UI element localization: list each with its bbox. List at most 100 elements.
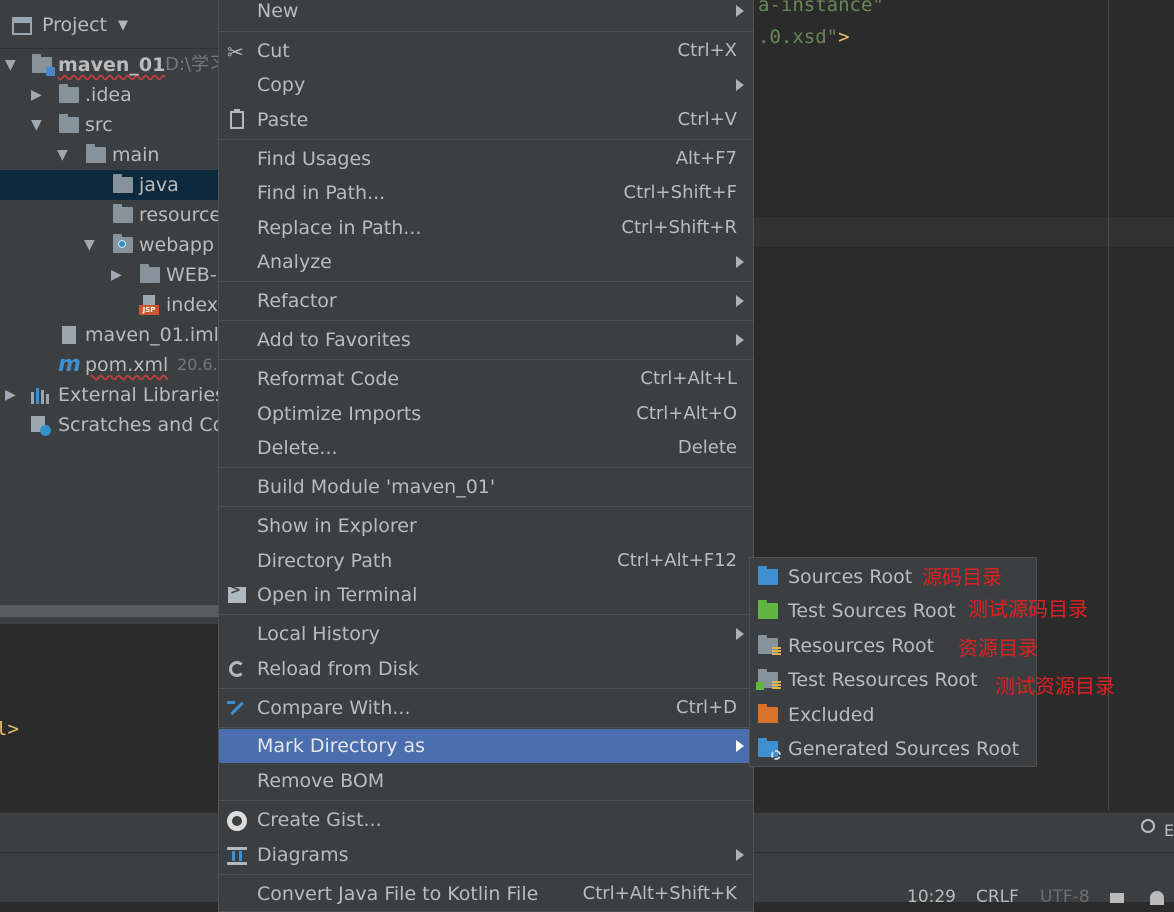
tree-item-label: WEB-INF <box>166 264 218 286</box>
menu-item-add-to-favorites[interactable]: Add to Favorites <box>219 323 753 357</box>
tree-item-java[interactable]: java <box>0 170 218 200</box>
tree-item-scratches[interactable]: Scratches and Consoles <box>0 410 218 440</box>
menu-item-compare-with[interactable]: Compare With... Ctrl+D <box>219 691 753 725</box>
diagram-icon <box>227 847 247 865</box>
module-folder-icon <box>32 54 55 76</box>
reload-icon <box>229 661 245 677</box>
menu-item-refactor[interactable]: Refactor <box>219 284 753 318</box>
status-encoding[interactable]: UTF-8 <box>1040 887 1090 907</box>
status-position[interactable]: 10:29 <box>907 887 956 907</box>
tree-item-label: .idea <box>85 84 132 106</box>
menu-separator <box>219 727 753 728</box>
menu-item-open-in-terminal[interactable]: Open in Terminal <box>219 578 753 612</box>
corner-label: E <box>1164 821 1174 840</box>
menu-item-shortcut: Ctrl+V <box>677 109 737 130</box>
submenu-item-label: Sources Root <box>788 566 913 588</box>
collapse-arrow-icon[interactable]: ▼ <box>5 50 16 80</box>
tree-item-resources[interactable]: resources <box>0 200 218 230</box>
collapse-arrow-icon[interactable]: ▼ <box>31 110 42 140</box>
menu-item-label: Paste <box>257 109 309 131</box>
submenu-item-label: Test Resources Root <box>788 669 978 691</box>
menu-item-remove-bom[interactable]: Remove BOM <box>219 764 753 798</box>
tree-item-src[interactable]: ▼ src <box>0 110 218 140</box>
menu-item-label: Copy <box>257 74 306 96</box>
menu-item-delete[interactable]: Delete... Delete <box>219 431 753 465</box>
editor-code-tag: l> <box>0 718 19 740</box>
tree-item-pom[interactable]: m pom.xml 20.6.2 <box>0 350 218 380</box>
collapse-arrow-icon[interactable]: ▼ <box>84 230 95 260</box>
expand-arrow-icon[interactable]: ▶ <box>5 380 16 410</box>
menu-item-new[interactable]: New <box>219 0 753 28</box>
project-header[interactable]: Project ▼ <box>0 6 218 49</box>
menu-item-shortcut: Delete <box>677 437 737 458</box>
tree-item-index-jsp[interactable]: JSP index.jsp <box>0 290 218 320</box>
tree-item-web-inf[interactable]: ▶ WEB-INF <box>0 260 218 290</box>
status-line-separator[interactable]: CRLF <box>976 887 1019 907</box>
menu-item-build-module[interactable]: Build Module 'maven_01' <box>219 470 753 504</box>
menu-separator <box>219 31 753 32</box>
collapse-arrow-icon[interactable]: ▼ <box>57 140 68 170</box>
menu-item-mark-directory-as[interactable]: Mark Directory as <box>219 729 753 763</box>
submenu-arrow-icon <box>736 295 744 307</box>
menu-item-find-in-path[interactable]: Find in Path... Ctrl+Shift+F <box>219 176 753 210</box>
menu-item-copy[interactable]: Copy <box>219 68 753 102</box>
tree-item-external-libraries[interactable]: ▶ External Libraries <box>0 380 218 410</box>
tree-item-label: index.jsp <box>166 294 218 316</box>
project-tool-window[interactable]: Project ▼ ▼ maven_01 D:\学习 ▶ .idea ▼ src… <box>0 0 218 622</box>
resources-folder-icon <box>758 635 781 656</box>
menu-item-shortcut: Alt+F7 <box>675 148 737 169</box>
menu-item-paste[interactable]: Paste Ctrl+V <box>219 103 753 137</box>
tree-item-maven-01[interactable]: ▼ maven_01 D:\学习 <box>0 50 218 80</box>
horizontal-scrollbar[interactable] <box>0 605 218 617</box>
tree-item-main[interactable]: ▼ main <box>0 140 218 170</box>
submenu-arrow-icon <box>736 334 744 346</box>
menu-item-label: Reformat Code <box>257 368 400 390</box>
chevron-down-icon[interactable]: ▼ <box>118 18 128 33</box>
tree-item-iml[interactable]: maven_01.iml <box>0 320 218 350</box>
submenu-arrow-icon <box>736 849 744 861</box>
menu-item-label: Local History <box>257 623 380 645</box>
tree-item-label: webapp <box>139 234 215 256</box>
menu-item-cut[interactable]: ✂ Cut Ctrl+X <box>219 34 753 68</box>
menu-item-diagrams[interactable]: Diagrams <box>219 838 753 872</box>
context-menu[interactable]: New ✂ Cut Ctrl+X Copy Paste Ctrl+V Find … <box>218 0 754 912</box>
menu-item-label: Show in Explorer <box>257 515 417 537</box>
scissors-icon: ✂ <box>227 40 244 64</box>
menu-item-optimize-imports[interactable]: Optimize Imports Ctrl+Alt+O <box>219 397 753 431</box>
menu-item-reload-from-disk[interactable]: Reload from Disk <box>219 652 753 686</box>
menu-item-shortcut: Ctrl+Alt+L <box>640 368 737 389</box>
annotation-sources-root: 源码目录 <box>922 565 1002 589</box>
person-icon[interactable] <box>1150 891 1164 905</box>
compare-icon <box>227 699 247 719</box>
menu-separator <box>219 320 753 321</box>
expand-arrow-icon[interactable]: ▶ <box>111 260 122 290</box>
expand-arrow-icon[interactable]: ▶ <box>31 80 42 110</box>
submenu-item-excluded[interactable]: Excluded <box>750 698 1036 732</box>
menu-item-reformat-code[interactable]: Reformat Code Ctrl+Alt+L <box>219 362 753 396</box>
submenu-item-generated-sources-root[interactable]: Generated Sources Root <box>750 732 1036 766</box>
menu-item-label: Add to Favorites <box>257 329 411 351</box>
folder-icon <box>113 204 133 223</box>
submenu-item-test-resources-root[interactable]: Test Resources Root <box>750 663 1036 697</box>
menu-item-shortcut: Ctrl+Alt+Shift+K <box>582 883 737 904</box>
tree-item-webapp[interactable]: ▼ webapp <box>0 230 218 260</box>
menu-item-show-in-explorer[interactable]: Show in Explorer <box>219 509 753 543</box>
menu-item-directory-path[interactable]: Directory Path Ctrl+Alt+F12 <box>219 544 753 578</box>
menu-separator <box>219 139 753 140</box>
menu-item-label: Mark Directory as <box>257 735 426 757</box>
tree-item-label: Scratches and Consoles <box>58 414 218 436</box>
menu-item-find-usages[interactable]: Find Usages Alt+F7 <box>219 142 753 176</box>
lock-icon[interactable] <box>1110 893 1124 903</box>
menu-item-convert-to-kotlin[interactable]: Convert Java File to Kotlin File Ctrl+Al… <box>219 877 753 911</box>
search-icon[interactable] <box>1141 819 1155 833</box>
folder-icon <box>113 174 133 193</box>
menu-item-replace-in-path[interactable]: Replace in Path... Ctrl+Shift+R <box>219 211 753 245</box>
tree-item-label: src <box>85 114 113 136</box>
menu-separator <box>219 800 753 801</box>
tree-item-idea[interactable]: ▶ .idea <box>0 80 218 110</box>
menu-item-label: Diagrams <box>257 844 349 866</box>
menu-item-create-gist[interactable]: Create Gist... <box>219 803 753 837</box>
menu-item-analyze[interactable]: Analyze <box>219 245 753 279</box>
menu-item-local-history[interactable]: Local History <box>219 617 753 651</box>
submenu-arrow-icon <box>736 628 744 640</box>
